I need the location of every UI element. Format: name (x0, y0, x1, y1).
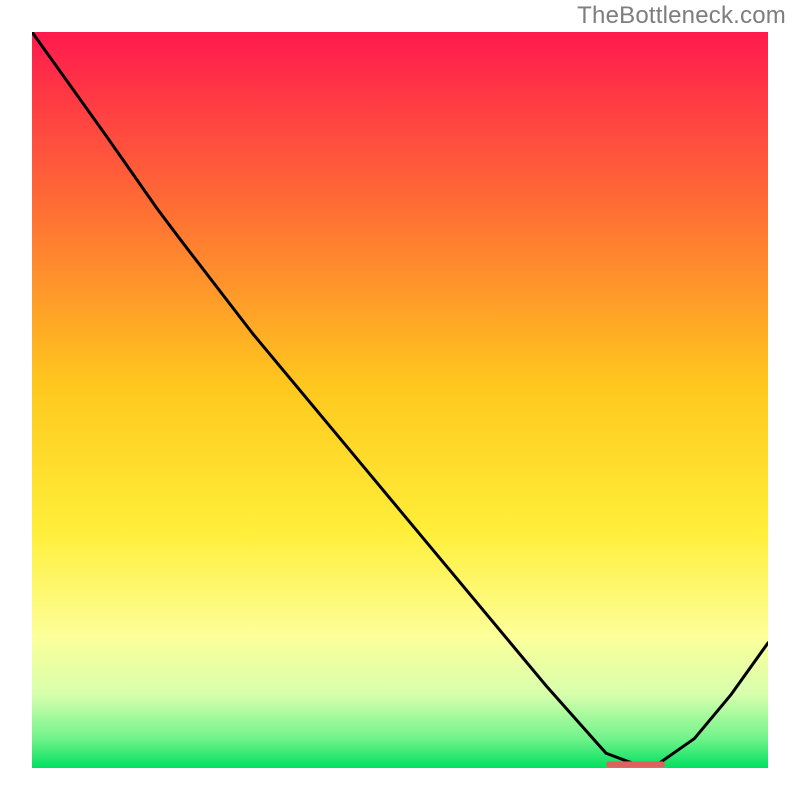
optimal-marker (606, 761, 665, 767)
chart-svg (32, 32, 768, 768)
attribution-text: TheBottleneck.com (577, 2, 786, 30)
plot-area (32, 32, 768, 768)
gradient-rect (32, 32, 768, 768)
chart-container: TheBottleneck.com (0, 0, 800, 800)
